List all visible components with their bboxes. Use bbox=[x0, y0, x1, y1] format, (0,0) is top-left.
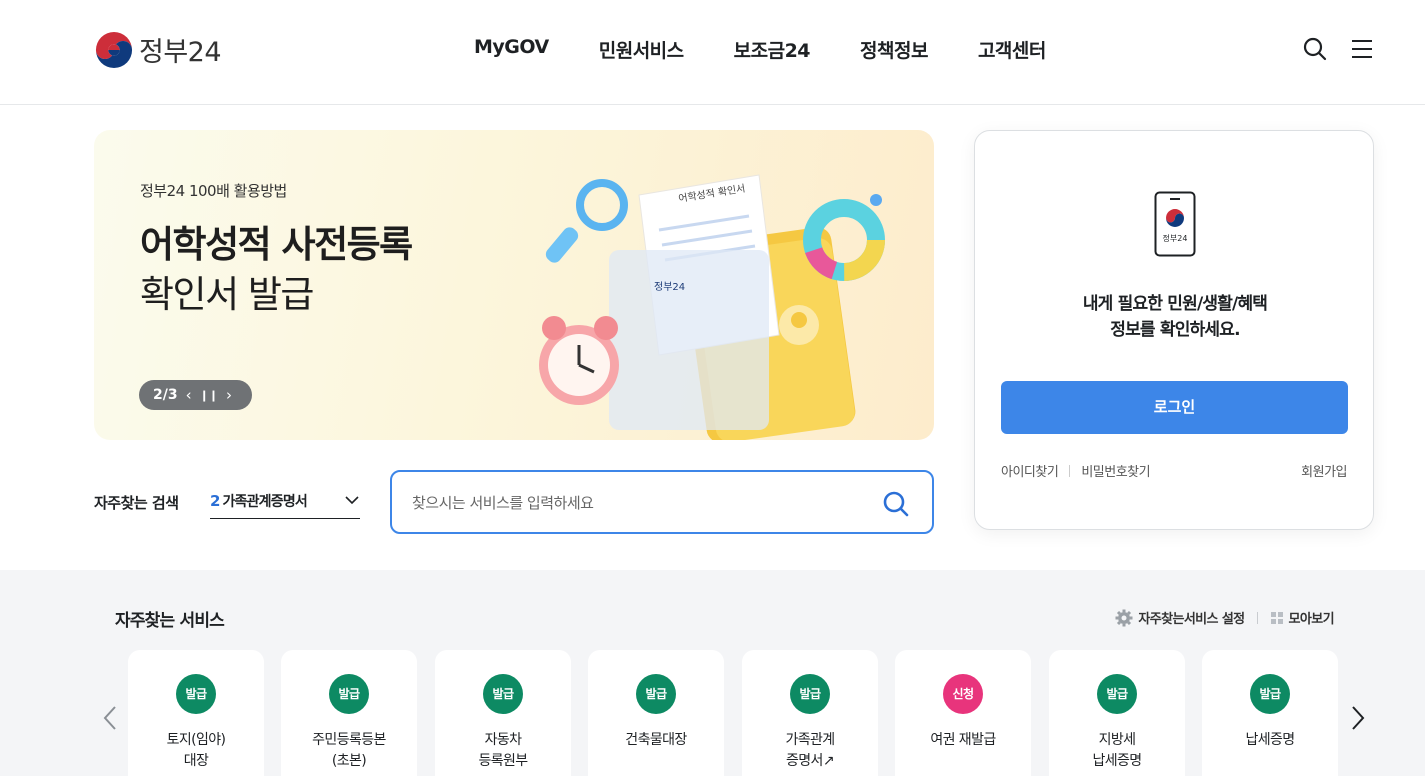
frequent-search-label: 자주찾는 검색 bbox=[94, 494, 179, 512]
service-label: 건축물대장 bbox=[625, 732, 687, 748]
services-settings-label: 자주찾는서비스 설정 bbox=[1138, 612, 1245, 627]
menu-icon[interactable] bbox=[1349, 36, 1375, 62]
site-logo[interactable]: 정부24 bbox=[95, 30, 222, 69]
services-title: 자주찾는 서비스 bbox=[115, 611, 225, 631]
taegeuk-logo-icon bbox=[95, 31, 133, 68]
banner-controls: 2/3 ‹ ❙❙ › bbox=[139, 380, 252, 410]
find-id-link[interactable]: 아이디찾기 bbox=[1001, 461, 1059, 480]
service-card[interactable]: 발급납세증명 bbox=[1202, 650, 1338, 776]
search-submit-icon[interactable] bbox=[882, 490, 910, 518]
carousel-prev-icon[interactable] bbox=[100, 704, 120, 732]
banner-subtitle: 정부24 100배 활용방법 bbox=[140, 182, 287, 200]
banner-illustration: 어학성적 확인서 정부24 bbox=[539, 174, 885, 440]
service-badge: 신청 bbox=[943, 674, 983, 714]
chevron-down-icon bbox=[345, 496, 359, 505]
main-banner[interactable]: 정부24 100배 활용방법 어학성적 사전등록 확인서 발급 2/3 ‹ ❙❙… bbox=[94, 130, 934, 440]
service-label: 여권 재발급 bbox=[930, 732, 996, 748]
frequent-search-rank: 2 bbox=[210, 492, 221, 510]
service-search-box bbox=[390, 470, 934, 534]
find-password-link[interactable]: 비밀번호찾기 bbox=[1081, 461, 1150, 480]
login-message-line2: 정보를 확인하세요. bbox=[1110, 320, 1240, 340]
frequent-search-keyword: 가족관계증명서 bbox=[222, 494, 307, 510]
service-label: 주민등록등본 (초본) bbox=[312, 732, 386, 769]
nav-civil-service[interactable]: 민원서비스 bbox=[599, 36, 684, 63]
login-button[interactable]: 로그인 bbox=[1001, 381, 1348, 434]
nav-policy-info[interactable]: 정책정보 bbox=[860, 36, 928, 63]
service-card[interactable]: 발급건축물대장 bbox=[588, 650, 724, 776]
login-links: 아이디찾기 비밀번호찾기 bbox=[1001, 461, 1151, 480]
service-badge: 발급 bbox=[1250, 674, 1290, 714]
banner-page-indicator: 2/3 bbox=[153, 387, 178, 403]
services-view-all-button[interactable]: 모아보기 bbox=[1270, 608, 1335, 627]
nav-customer-center[interactable]: 고객센터 bbox=[978, 36, 1046, 63]
service-card[interactable]: 신청여권 재발급 bbox=[895, 650, 1031, 776]
service-card[interactable]: 발급지방세 납세증명 bbox=[1049, 650, 1185, 776]
divider bbox=[1256, 611, 1258, 624]
join-link[interactable]: 회원가입 bbox=[1301, 461, 1347, 480]
service-card[interactable]: 발급토지(임야) 대장 bbox=[128, 650, 264, 776]
service-label: 납세증명 bbox=[1245, 732, 1295, 748]
banner-next-icon[interactable]: › bbox=[226, 387, 232, 403]
logo-text: 정부24 bbox=[139, 37, 222, 68]
banner-pause-icon[interactable]: ❙❙ bbox=[200, 390, 218, 401]
gear-icon bbox=[1115, 609, 1133, 626]
service-badge: 발급 bbox=[176, 674, 216, 714]
service-label: 가족관계 증명서↗ bbox=[785, 732, 835, 769]
banner-doc-logo: 정부24 bbox=[654, 281, 685, 293]
service-card[interactable]: 발급주민등록등본 (초본) bbox=[281, 650, 417, 776]
service-search-input[interactable] bbox=[412, 490, 852, 516]
services-tools: 자주찾는서비스 설정 모아보기 bbox=[1115, 608, 1335, 627]
nav-mygov[interactable]: MyGOV bbox=[474, 36, 549, 63]
services-view-all-label: 모아보기 bbox=[1288, 612, 1335, 627]
banner-title: 어학성적 사전등록 bbox=[140, 223, 413, 266]
login-panel: 정부24 내게 필요한 민원/생활/혜택 정보를 확인하세요. 로그인 아이디찾… bbox=[974, 130, 1374, 530]
service-card[interactable]: 발급가족관계 증명서↗ bbox=[742, 650, 878, 776]
login-message: 내게 필요한 민원/생활/혜택 정보를 확인하세요. bbox=[975, 291, 1375, 343]
site-header: 정부24 MyGOV 민원서비스 보조금24 정책정보 고객센터 bbox=[0, 0, 1425, 105]
service-badge: 발급 bbox=[636, 674, 676, 714]
carousel-next-icon[interactable] bbox=[1348, 704, 1368, 732]
services-settings-button[interactable]: 자주찾는서비스 설정 bbox=[1115, 608, 1245, 627]
main-nav: MyGOV 민원서비스 보조금24 정책정보 고객센터 bbox=[474, 36, 1046, 63]
mobile-phone-icon: 정부24 bbox=[1154, 191, 1196, 257]
phone-logo-text: 정부24 bbox=[1163, 233, 1188, 243]
banner-prev-icon[interactable]: ‹ bbox=[186, 387, 192, 403]
service-badge: 발급 bbox=[1097, 674, 1137, 714]
service-card[interactable]: 발급자동차 등록원부 bbox=[435, 650, 571, 776]
banner-title-line2: 확인서 발급 bbox=[140, 273, 314, 316]
login-message-line1: 내게 필요한 민원/생활/혜택 bbox=[1082, 294, 1268, 314]
divider bbox=[1069, 464, 1071, 477]
service-badge: 발급 bbox=[790, 674, 830, 714]
service-badge: 발급 bbox=[483, 674, 523, 714]
service-label: 토지(임야) 대장 bbox=[166, 732, 226, 769]
grid-icon bbox=[1270, 611, 1283, 624]
service-label: 지방세 납세증명 bbox=[1092, 732, 1142, 769]
frequent-search-dropdown[interactable]: 2 가족관계증명서 bbox=[210, 484, 360, 519]
service-label: 자동차 등록원부 bbox=[478, 732, 528, 769]
search-icon[interactable] bbox=[1302, 36, 1328, 62]
frequent-services-section: 자주찾는 서비스 자주찾는서비스 설정 모아보기 발급 토지(임야) 대장 발급… bbox=[0, 570, 1425, 776]
nav-subsidy24[interactable]: 보조금24 bbox=[734, 36, 811, 63]
service-badge: 발급 bbox=[329, 674, 369, 714]
